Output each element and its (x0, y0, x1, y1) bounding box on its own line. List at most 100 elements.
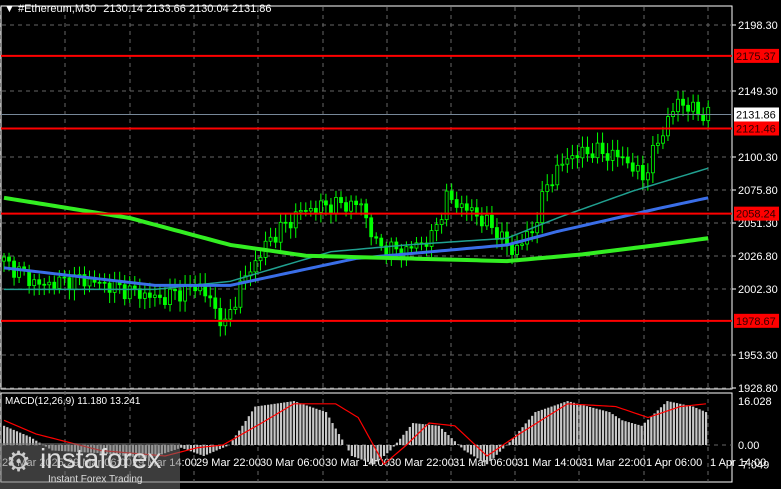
macd-histogram-bar (350, 445, 353, 456)
macd-histogram-bar (572, 402, 576, 445)
candle-body (439, 219, 444, 225)
macd-histogram-bar (411, 423, 415, 445)
candle-body (268, 236, 273, 242)
candle-body (666, 116, 670, 137)
macd-histogram-bar (308, 406, 312, 445)
candle-body (409, 246, 414, 249)
macd-histogram-bar (189, 445, 192, 452)
x-tick-label: 29 Mar 22:00 (196, 457, 261, 469)
candle-body (510, 244, 514, 255)
macd-histogram-bar (328, 417, 331, 445)
macd-histogram-bar (647, 419, 650, 445)
candle-body (535, 222, 540, 234)
candle-body (484, 214, 489, 227)
macd-tick-label: 16.028 (738, 396, 772, 408)
candle-body (283, 221, 288, 224)
candle-body (132, 285, 137, 290)
candle-body (37, 279, 42, 285)
candle-body (650, 145, 655, 174)
candle-body (97, 281, 102, 284)
candle-body (691, 101, 696, 112)
macd-histogram-bar (550, 406, 553, 445)
candle-body (681, 98, 685, 106)
candle-body (605, 153, 610, 161)
chart-window[interactable]: 2198.30 2149.30 2100.30 2075.80 2051.30 2026.… (0, 0, 781, 489)
macd-histogram-bar (395, 442, 399, 445)
candle-body (127, 285, 132, 300)
candle-body (459, 203, 464, 208)
macd-histogram-bar (630, 423, 634, 445)
candle-body (213, 297, 218, 309)
macd-tick-label: -7.049 (738, 459, 769, 471)
candle-body (349, 200, 353, 212)
macd-histogram-bar (608, 412, 611, 445)
candle-body (233, 306, 238, 310)
collapse-triangle-icon[interactable]: ▼ (4, 3, 15, 15)
candle-body (630, 162, 635, 172)
candle-body (183, 285, 187, 302)
macd-histogram-bar (241, 425, 244, 445)
macd-histogram-bar (447, 435, 450, 445)
candle-body (27, 269, 32, 286)
candle-body (107, 282, 112, 293)
macd-histogram-bar (331, 423, 334, 445)
macd-histogram-bar (347, 445, 350, 451)
candle-body (585, 146, 590, 155)
macd-histogram-bar (640, 425, 643, 445)
candle-body (303, 210, 308, 212)
candle-body (329, 204, 333, 214)
candle-body (313, 207, 318, 213)
macd-histogram-bar (521, 427, 524, 445)
x-tick-label: 31 Mar 22:00 (581, 457, 646, 469)
macd-histogram-bar (579, 404, 582, 445)
macd-histogram-bar (450, 438, 453, 445)
macd-histogram-bar (595, 408, 598, 445)
candle-body (434, 224, 439, 232)
macd-histogram-bar (601, 410, 605, 445)
candle-body (42, 283, 47, 286)
candle-body (32, 279, 37, 286)
candle-body (298, 210, 303, 213)
macd-histogram-bar (589, 406, 592, 445)
macd-histogram-bar (643, 422, 646, 445)
macd-histogram-bar (292, 401, 295, 445)
macd-histogram-bar (531, 415, 534, 445)
candle-body (364, 203, 369, 219)
macd-histogram-bar (569, 401, 572, 445)
candle-body (404, 246, 409, 258)
candle-body (620, 156, 625, 159)
candle-body (2, 256, 6, 262)
macd-histogram-bar (399, 438, 402, 445)
candle-body (570, 155, 575, 160)
candle-body (334, 197, 338, 214)
y-tick-label: 2100.30 (738, 152, 778, 164)
candle-body (530, 231, 535, 234)
y-tick-label: 2149.30 (738, 86, 778, 98)
macd-histogram-bar (460, 445, 463, 448)
macd-histogram-bar (543, 408, 547, 445)
macd-histogram-bar (563, 402, 566, 445)
macd-histogram-bar (318, 409, 321, 445)
candle-body (178, 290, 182, 302)
macd-histogram-bar (418, 423, 421, 445)
macd-histogram-bar (273, 403, 276, 445)
candle-body (615, 149, 620, 158)
watermark-brand: instaforex (40, 443, 162, 474)
candle-body (464, 203, 469, 211)
candle-body (374, 236, 379, 239)
candle-body (339, 197, 343, 204)
candle-body (273, 236, 278, 243)
chart-canvas[interactable]: 2198.302149.302100.302075.802051.302026.… (0, 0, 781, 489)
candle-body (147, 292, 152, 298)
macd-histogram-bar (682, 404, 685, 445)
macd-histogram-bar (279, 402, 283, 445)
macd-histogram-bar (440, 428, 444, 445)
macd-histogram-bar (199, 445, 202, 455)
macd-histogram-bar (382, 445, 386, 456)
macd-histogram-bar (598, 409, 601, 445)
candle-body (520, 243, 524, 246)
macd-histogram-bar (402, 434, 405, 445)
macd-histogram-bar (524, 423, 527, 445)
candle-body (47, 281, 52, 286)
symbol-label: #Ethereum,M30 (17, 3, 97, 15)
